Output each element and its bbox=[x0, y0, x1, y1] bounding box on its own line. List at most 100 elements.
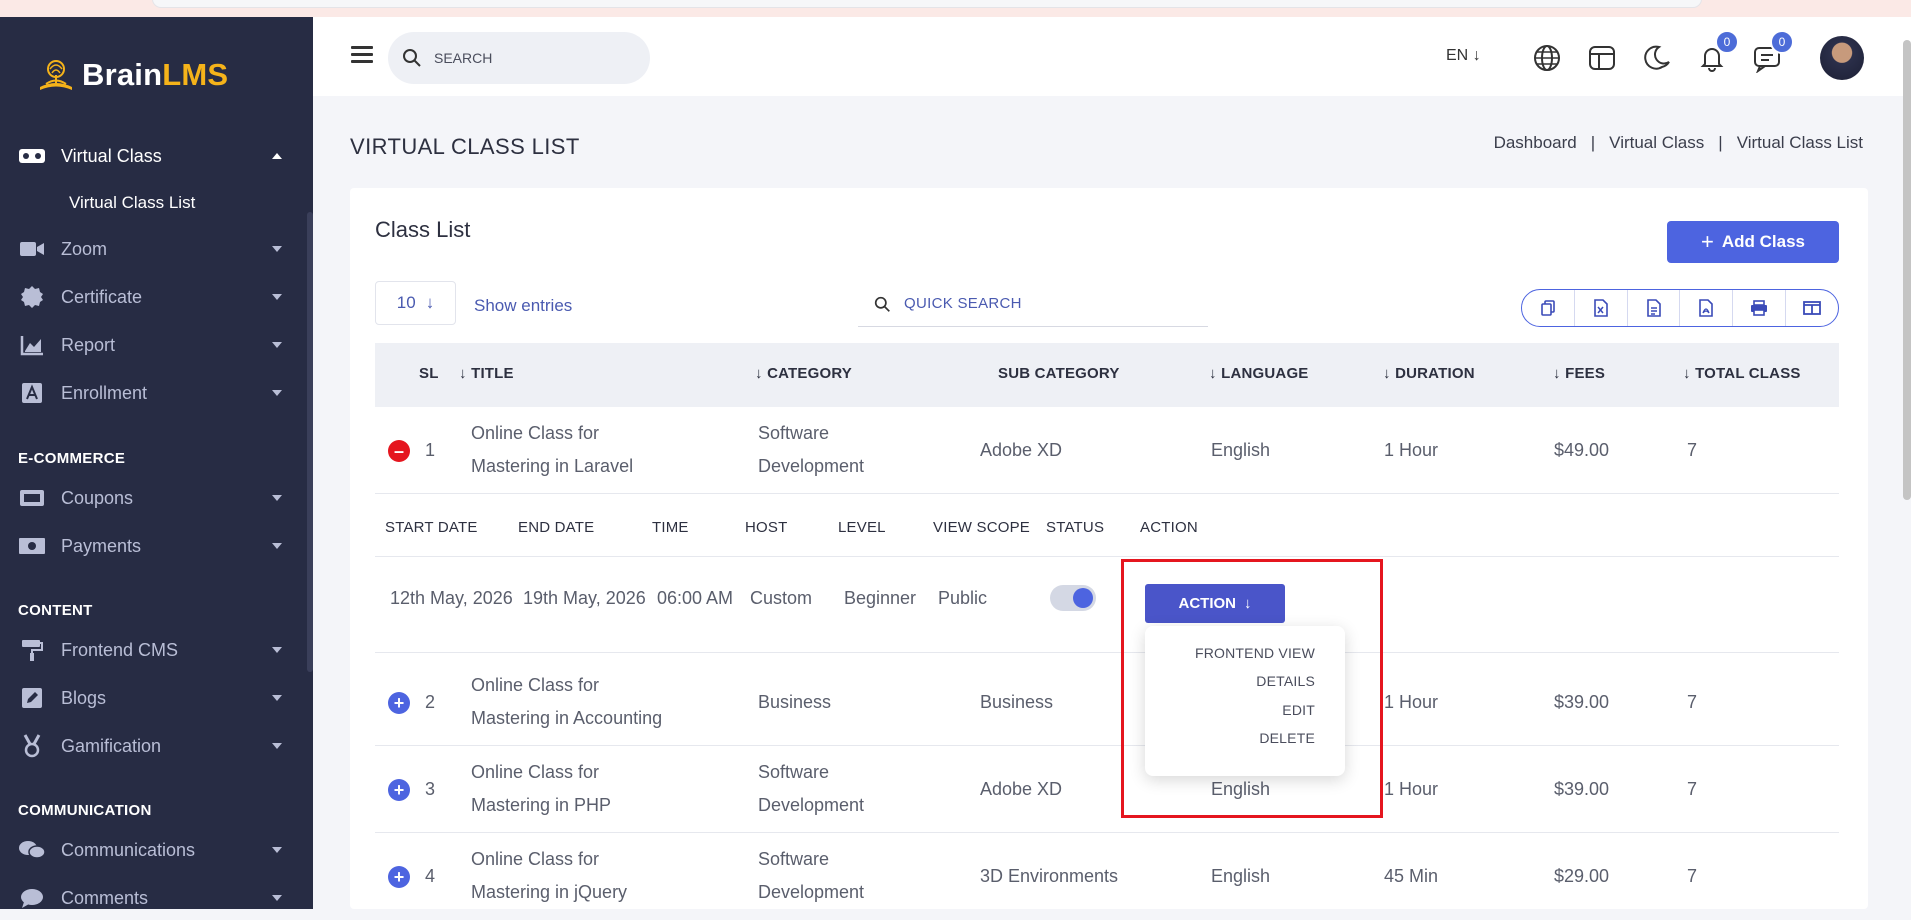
print-button[interactable] bbox=[1733, 290, 1787, 326]
caret-down-icon bbox=[272, 895, 282, 901]
column-header-total-class[interactable]: ↓ TOTAL CLASS bbox=[1683, 365, 1801, 382]
table-row: – 1 Online Class for Mastering in Larave… bbox=[375, 407, 1839, 494]
logo-text: BrainLMS bbox=[82, 57, 229, 92]
breadcrumb-virtual-class[interactable]: Virtual Class bbox=[1609, 133, 1704, 153]
hamburger-menu-icon[interactable] bbox=[351, 46, 373, 64]
expand-row-button[interactable]: + bbox=[388, 866, 410, 888]
language-selector[interactable]: EN ↓ bbox=[1446, 47, 1481, 65]
paint-roller-icon bbox=[18, 638, 46, 662]
layout-icon[interactable] bbox=[1587, 43, 1617, 73]
card-title: Class List bbox=[375, 217, 471, 242]
column-header-fees[interactable]: ↓ FEES bbox=[1553, 365, 1605, 382]
highlight-annotation-box bbox=[1121, 559, 1383, 818]
detail-start-date: 12th May, 2026 bbox=[390, 588, 513, 608]
search-placeholder: SEARCH bbox=[434, 50, 493, 66]
sidebar-item-gamification[interactable]: Gamification bbox=[0, 726, 290, 766]
sidebar-subitem-virtual-class-list[interactable]: Virtual Class List bbox=[69, 193, 195, 213]
cell-fees: $29.00 bbox=[1554, 866, 1610, 886]
quick-search-placeholder: QUICK SEARCH bbox=[904, 295, 1022, 312]
sidebar-item-label: Payments bbox=[61, 535, 142, 556]
caret-down-icon bbox=[272, 495, 282, 501]
csv-export-button[interactable] bbox=[1628, 290, 1681, 326]
add-class-button[interactable]: + Add Class bbox=[1667, 221, 1839, 263]
table-row: + 3 Online Class for Mastering in PHP So… bbox=[375, 746, 1839, 833]
sidebar-scrollbar[interactable] bbox=[307, 212, 313, 672]
column-header-sl: SL bbox=[419, 365, 439, 382]
avatar[interactable] bbox=[1820, 36, 1864, 80]
detail-header-host: HOST bbox=[745, 519, 788, 536]
vr-headset-icon bbox=[18, 144, 46, 168]
sidebar-item-label: Enrollment bbox=[61, 382, 148, 403]
cell-category-line1: Software bbox=[758, 762, 830, 782]
sort-arrow-icon: ↓ bbox=[1209, 365, 1222, 382]
sidebar-item-comments[interactable]: Comments bbox=[0, 878, 290, 909]
excel-export-button[interactable] bbox=[1575, 290, 1628, 326]
copy-button[interactable] bbox=[1522, 290, 1575, 326]
cell-sl: 1 bbox=[425, 440, 436, 460]
section-heading-ecommerce: E-COMMERCE bbox=[18, 450, 126, 467]
globe-icon[interactable] bbox=[1532, 43, 1562, 73]
caret-down-icon bbox=[272, 647, 282, 653]
cell-title-line2: Mastering in PHP bbox=[471, 795, 612, 815]
sidebar-item-virtual-class[interactable]: Virtual Class bbox=[0, 136, 290, 176]
expand-row-button[interactable]: + bbox=[388, 692, 410, 714]
sidebar-item-report[interactable]: Report bbox=[0, 325, 290, 365]
chart-icon bbox=[18, 333, 46, 357]
collapse-row-button[interactable]: – bbox=[388, 440, 410, 462]
cell-duration: 1 Hour bbox=[1384, 779, 1439, 799]
status-toggle[interactable] bbox=[1050, 585, 1096, 611]
money-icon bbox=[18, 534, 46, 558]
message-count-badge: 0 bbox=[1770, 30, 1794, 54]
cell-total-class: 7 bbox=[1687, 866, 1698, 886]
moon-icon[interactable] bbox=[1642, 43, 1672, 73]
cell-duration: 1 Hour bbox=[1384, 692, 1439, 712]
arrow-down-icon: ↓ bbox=[425, 293, 435, 312]
sort-arrow-icon: ↓ bbox=[755, 365, 768, 382]
sidebar-item-label: Frontend CMS bbox=[61, 639, 179, 660]
notifications-button[interactable]: 0 bbox=[1697, 30, 1739, 73]
sidebar-item-certificate[interactable]: Certificate bbox=[0, 277, 290, 317]
detail-end-date: 19th May, 2026 bbox=[523, 588, 646, 608]
column-header-duration[interactable]: ↓ DURATION bbox=[1383, 365, 1475, 382]
quick-search-input[interactable]: QUICK SEARCH bbox=[858, 281, 1208, 327]
sidebar-item-label: Comments bbox=[61, 887, 149, 908]
column-header-title[interactable]: ↓ TITLE bbox=[459, 365, 514, 382]
show-entries-label: Show entries bbox=[474, 296, 573, 315]
certificate-badge-icon bbox=[18, 285, 46, 309]
printer-icon bbox=[1751, 300, 1768, 316]
breadcrumb-virtual-class-list: Virtual Class List bbox=[1736, 133, 1863, 152]
sidebar-item-blogs[interactable]: Blogs bbox=[0, 678, 290, 718]
table-header: SL ↓ TITLE ↓ CATEGORY SUB CATEGORY ↓ LAN… bbox=[375, 343, 1839, 407]
messages-button[interactable]: 0 bbox=[1752, 30, 1794, 74]
entries-per-page-select[interactable]: 10 ↓ bbox=[375, 281, 456, 325]
expand-row-button[interactable]: + bbox=[388, 779, 410, 801]
search-icon bbox=[403, 49, 421, 67]
sidebar-item-enrollment[interactable]: Enrollment bbox=[0, 373, 290, 413]
cell-category-line1: Software bbox=[758, 849, 830, 869]
search-input[interactable]: SEARCH bbox=[388, 32, 650, 84]
detail-header-view-scope: VIEW SCOPE bbox=[933, 519, 1031, 536]
breadcrumb-separator: | bbox=[1590, 133, 1596, 152]
page-title: VIRTUAL CLASS LIST bbox=[350, 134, 580, 159]
sort-arrow-icon: ↓ bbox=[1683, 365, 1696, 382]
class-list-card: Class List + Add Class 10 ↓ Show entries Q… bbox=[350, 188, 1868, 909]
page-scrollbar[interactable] bbox=[1903, 40, 1911, 500]
cell-total-class: 7 bbox=[1687, 692, 1698, 712]
logo[interactable]: BrainLMS bbox=[36, 57, 228, 93]
sidebar-item-coupons[interactable]: Coupons bbox=[0, 478, 290, 518]
breadcrumb-dashboard[interactable]: Dashboard bbox=[1494, 133, 1577, 153]
export-toolbar bbox=[1521, 289, 1839, 327]
column-header-category[interactable]: ↓ CATEGORY bbox=[755, 365, 852, 382]
divider bbox=[375, 652, 1839, 653]
column-visibility-button[interactable] bbox=[1786, 290, 1838, 326]
sidebar-item-payments[interactable]: Payments bbox=[0, 526, 290, 566]
cell-fees: $39.00 bbox=[1554, 692, 1610, 712]
sidebar-item-zoom[interactable]: Zoom bbox=[0, 229, 290, 269]
cell-sub-category: Adobe XD bbox=[980, 779, 1063, 799]
pdf-export-button[interactable] bbox=[1680, 290, 1734, 326]
sidebar-item-frontend-cms[interactable]: Frontend CMS bbox=[0, 630, 290, 670]
logo-mark-icon bbox=[40, 60, 72, 90]
caret-down-icon bbox=[272, 390, 282, 396]
sidebar-item-communications[interactable]: Communications bbox=[0, 830, 290, 870]
column-header-language[interactable]: ↓ LANGUAGE bbox=[1209, 365, 1309, 382]
